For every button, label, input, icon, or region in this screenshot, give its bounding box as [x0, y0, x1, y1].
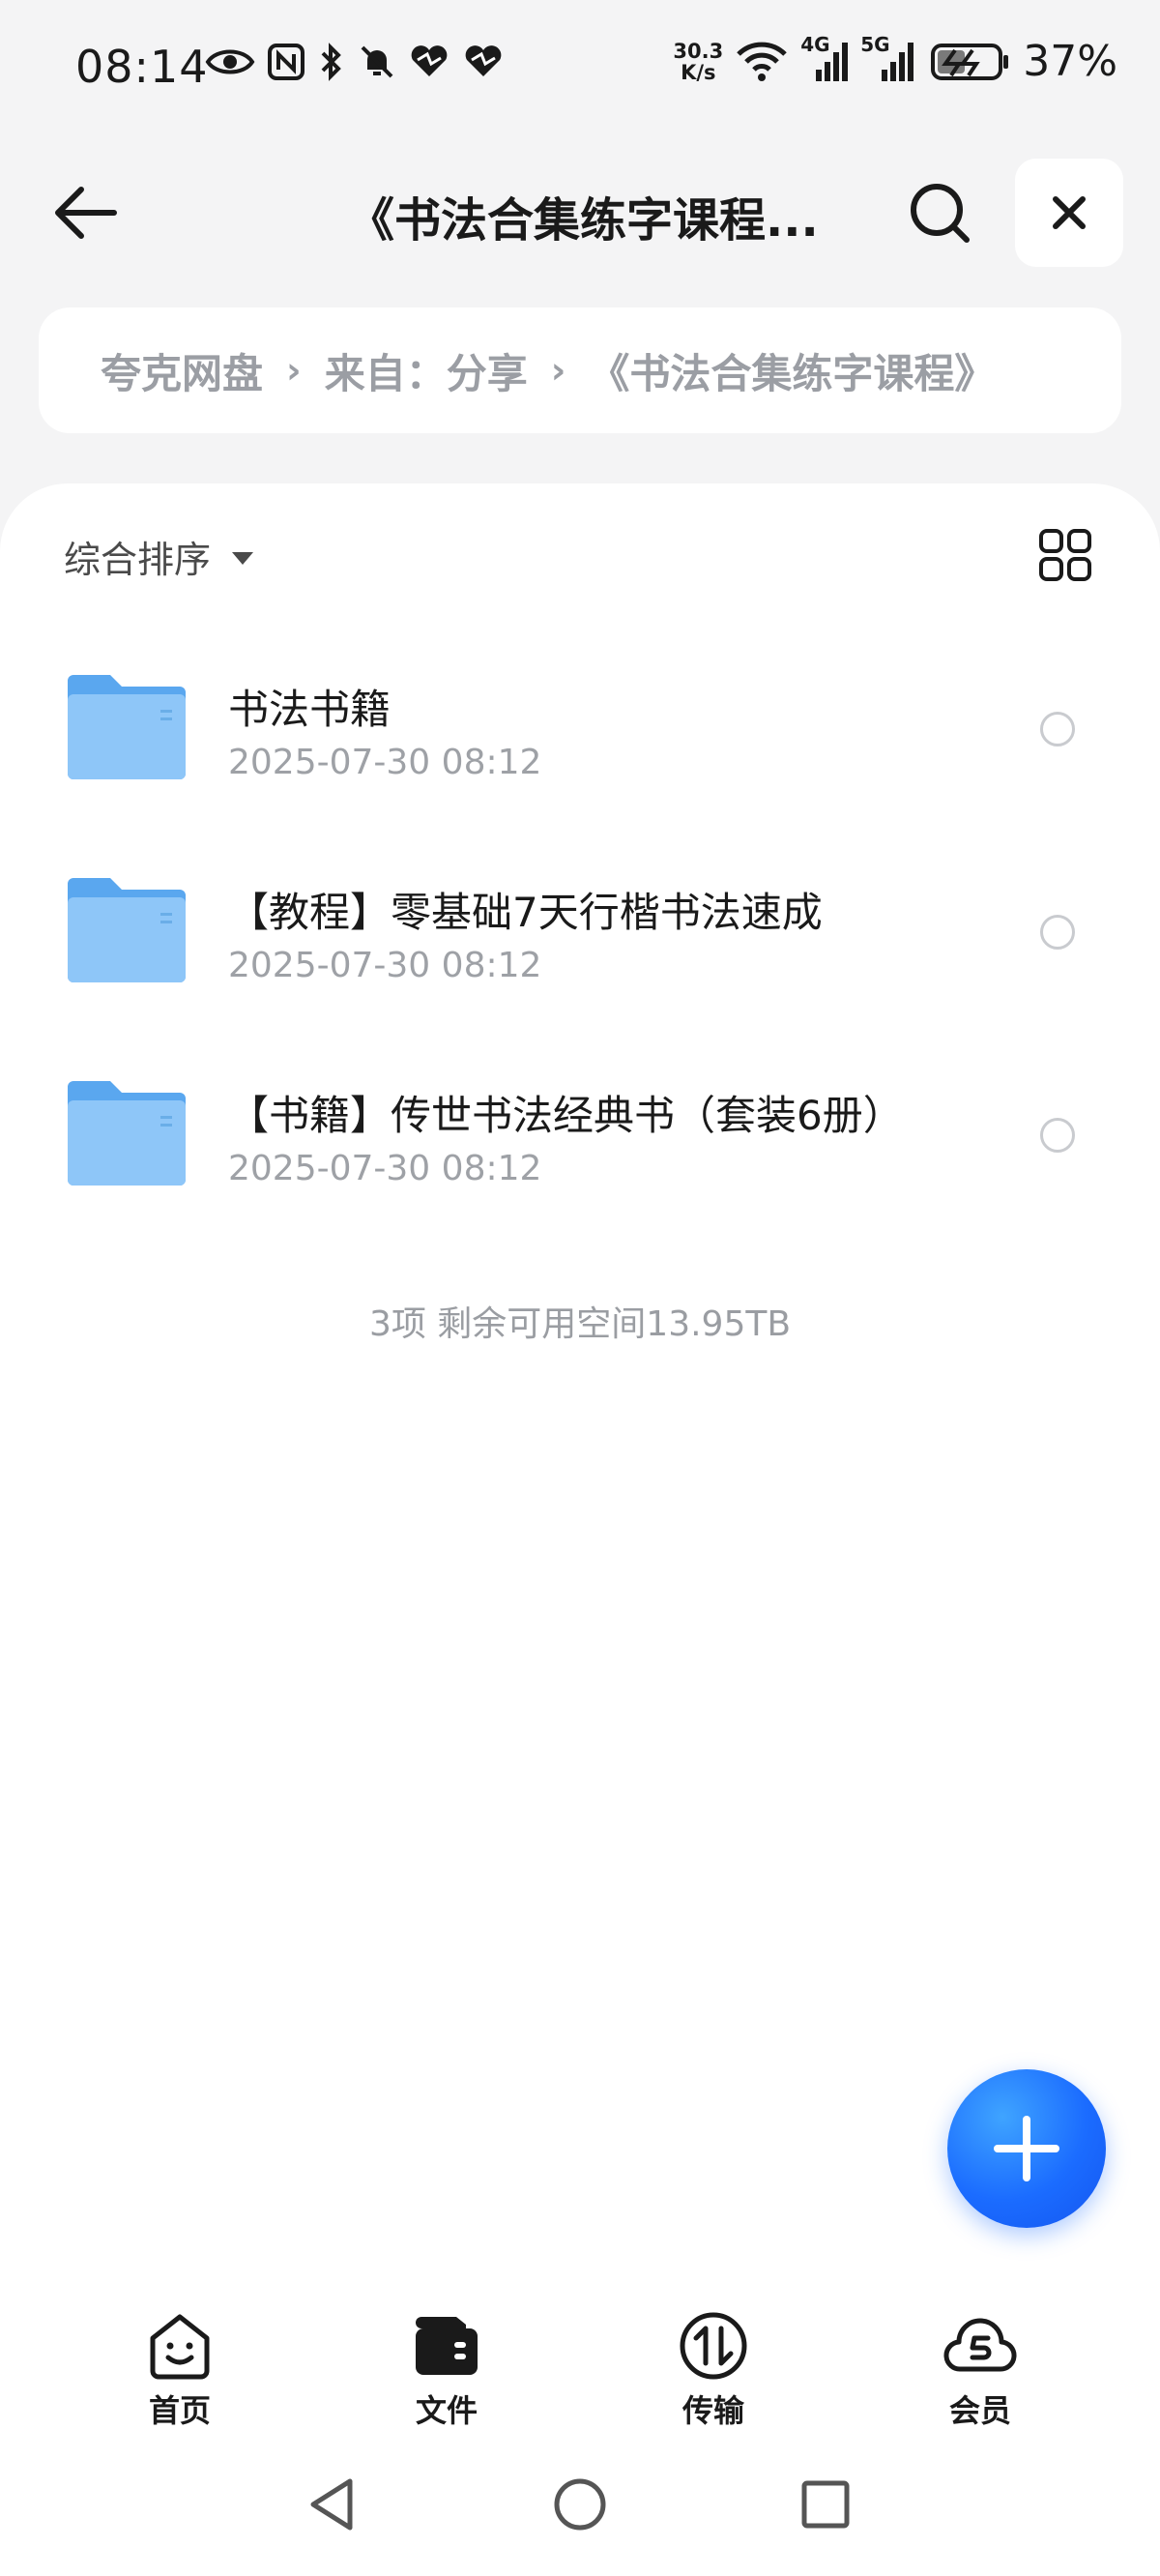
- network-speed-unit: K/s: [681, 60, 716, 84]
- folder-icon: [68, 1081, 186, 1186]
- nav-item-files[interactable]: 文件: [350, 2309, 543, 2435]
- back-triangle-icon[interactable]: [302, 2474, 363, 2535]
- battery-percent: 37%: [1023, 37, 1117, 86]
- page-title: 《书法合集练字课程...: [348, 193, 819, 248]
- file-row[interactable]: 【教程】零基础7天行楷书法速成 2025-07-30 08:12: [0, 861, 1160, 1064]
- back-arrow-icon[interactable]: [50, 182, 118, 244]
- folder-icon: [68, 675, 186, 779]
- file-panel: 综合排序 书法书籍 2025-07-30 08:12 【教程】零基础7天行楷书法…: [0, 483, 1160, 2301]
- nfc-icon: [268, 44, 304, 80]
- grid-view-icon[interactable]: [1038, 528, 1092, 582]
- status-time: 08:14: [75, 41, 209, 93]
- signal-4g-label: 4G: [800, 32, 830, 56]
- network-speed: 30.3 K/s: [673, 41, 723, 83]
- bell-muted-icon: [361, 45, 393, 78]
- plus-icon: [994, 2116, 1059, 2181]
- file-list: 书法书籍 2025-07-30 08:12 【教程】零基础7天行楷书法速成 20…: [0, 658, 1160, 1267]
- bluetooth-icon: [321, 43, 341, 81]
- heart-sync-icon: [411, 45, 448, 76]
- file-name: 【教程】零基础7天行楷书法速成: [228, 889, 823, 936]
- file-name: 书法书籍: [228, 686, 392, 733]
- add-button[interactable]: [947, 2069, 1106, 2228]
- status-icons-left: [205, 43, 505, 81]
- caret-down-icon: [232, 552, 254, 565]
- chevron-right-icon: ›: [550, 349, 566, 392]
- battery-charging-icon: [931, 43, 1009, 80]
- wallet-folder-icon: [416, 2317, 478, 2375]
- breadcrumb-item-root[interactable]: 夸克网盘: [101, 341, 263, 400]
- storage-summary: 3项 剩余可用空间13.95TB: [368, 1304, 792, 1344]
- signal-4g: 4G: [800, 33, 849, 83]
- nav-label: 首页: [148, 2392, 211, 2429]
- home-circle-icon[interactable]: [549, 2474, 611, 2535]
- sort-label: 综合排序: [64, 539, 212, 581]
- file-row[interactable]: 书法书籍 2025-07-30 08:12: [0, 658, 1160, 861]
- file-name: 【书籍】传世书法经典书（套装6册）: [228, 1092, 904, 1139]
- search-icon[interactable]: [907, 180, 972, 246]
- file-row[interactable]: 【书籍】传世书法经典书（套装6册） 2025-07-30 08:12: [0, 1064, 1160, 1267]
- nav-label: 会员: [948, 2392, 1011, 2429]
- status-icons-right: 30.3 K/s 4G 5G 37%: [673, 33, 1117, 87]
- folder-icon: [68, 878, 186, 982]
- cloud-vip-icon: [943, 2318, 1017, 2372]
- close-button[interactable]: [1015, 159, 1123, 267]
- nav-item-transfer[interactable]: 传输: [617, 2309, 810, 2435]
- bottom-nav: 首页 文件 传输 会员: [0, 2301, 1160, 2437]
- breadcrumb-item-share[interactable]: 来自：分享: [325, 341, 528, 400]
- eye-icon: [205, 49, 255, 74]
- breadcrumb: 夸克网盘 › 来自：分享 › 《书法合集练字课程》: [39, 307, 1121, 433]
- wifi-icon: [737, 42, 787, 81]
- transfer-icon: [680, 2312, 747, 2380]
- home-smile-icon: [150, 2314, 210, 2380]
- nav-label: 文件: [415, 2392, 478, 2429]
- signal-5g-label: 5G: [860, 32, 890, 56]
- status-bar: 08:14 30.3 K/s 4G 5G 37%: [0, 0, 1160, 145]
- nav-label: 传输: [682, 2392, 744, 2429]
- file-date: 2025-07-30 08:12: [228, 743, 542, 782]
- network-speed-value: 30.3: [673, 39, 724, 63]
- recents-square-icon[interactable]: [795, 2474, 856, 2535]
- header: 《书法合集练字课程...: [0, 155, 1160, 271]
- file-date: 2025-07-30 08:12: [228, 946, 542, 985]
- breadcrumb-item-current[interactable]: 《书法合集练字课程》: [589, 341, 995, 400]
- system-nav-bar: [0, 2437, 1160, 2576]
- select-checkbox[interactable]: [1040, 915, 1075, 950]
- nav-item-home[interactable]: 首页: [83, 2309, 276, 2435]
- sort-dropdown[interactable]: 综合排序: [64, 530, 254, 583]
- close-icon: [1053, 196, 1086, 229]
- select-checkbox[interactable]: [1040, 1118, 1075, 1153]
- nav-item-vip[interactable]: 会员: [884, 2309, 1077, 2435]
- select-checkbox[interactable]: [1040, 712, 1075, 746]
- file-date: 2025-07-30 08:12: [228, 1149, 542, 1188]
- heart-sync-icon: [465, 45, 502, 76]
- signal-5g: 5G: [860, 33, 918, 83]
- chevron-right-icon: ›: [286, 349, 302, 392]
